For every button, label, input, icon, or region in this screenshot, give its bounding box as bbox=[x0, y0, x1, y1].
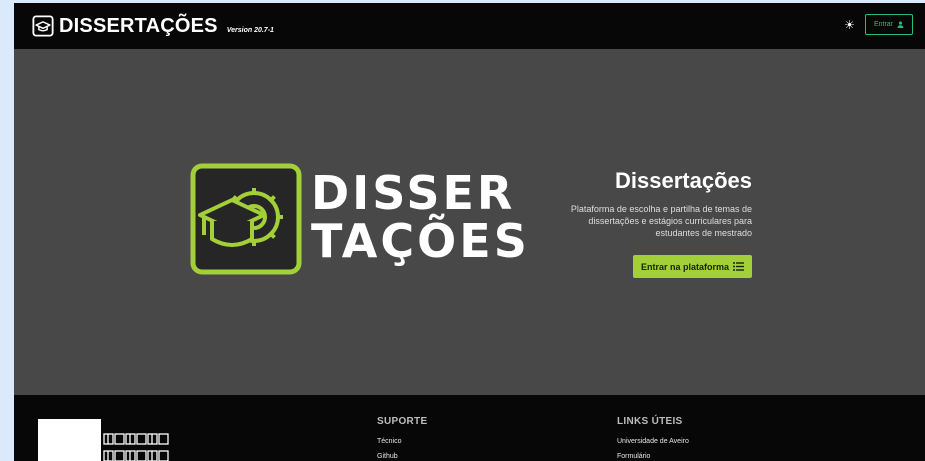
list-icon bbox=[733, 262, 744, 271]
brand[interactable]: DISSERTAÇÕES Version 20.7-1 bbox=[32, 15, 274, 38]
graduation-cap-icon bbox=[32, 15, 54, 37]
version-label: Version 20.7-1 bbox=[226, 27, 274, 34]
login-label: Entrar bbox=[873, 21, 893, 28]
user-icon bbox=[897, 21, 904, 28]
footer-link-form[interactable]: Formulário bbox=[617, 453, 689, 460]
enter-platform-button[interactable]: Entrar na plataforma bbox=[632, 255, 752, 278]
footer-support-column: SUPORTE Técnico Github bbox=[377, 416, 427, 461]
footer-useful-links-column: LINKS ÚTEIS Universidade de Aveiro Formu… bbox=[617, 416, 689, 461]
cta-label: Entrar na plataforma bbox=[640, 261, 729, 272]
footer-link-university[interactable]: Universidade de Aveiro bbox=[617, 438, 689, 445]
hero-logo-icon bbox=[190, 163, 302, 275]
login-button[interactable]: Entrar bbox=[864, 14, 913, 35]
top-navbar: DISSERTAÇÕES Version 20.7-1 ☀ Entrar bbox=[14, 3, 925, 49]
wordmark-line-2: TAÇÕES bbox=[311, 214, 530, 268]
footer-useful-links-heading: LINKS ÚTEIS bbox=[617, 416, 683, 427]
footer: SUPORTE Técnico Github LINKS ÚTEIS Unive… bbox=[14, 395, 925, 461]
wordmark-line-1: DISSER bbox=[311, 166, 516, 220]
footer-support-heading: SUPORTE bbox=[377, 416, 428, 427]
footer-link-tecnico[interactable]: Técnico bbox=[377, 438, 427, 445]
hero-wordmark: DISSER TAÇÕES bbox=[311, 169, 530, 265]
hero-title: Dissertações bbox=[615, 168, 752, 193]
brand-title: DISSERTAÇÕES bbox=[59, 14, 218, 37]
sun-icon[interactable]: ☀ bbox=[844, 19, 855, 31]
footer-link-github[interactable]: Github bbox=[377, 453, 427, 460]
page: DISSERTAÇÕES Version 20.7-1 ☀ Entrar DIS… bbox=[14, 3, 925, 461]
university-logo-icon bbox=[38, 419, 169, 461]
hero-info: Dissertações Plataforma de escolha e par… bbox=[542, 168, 752, 278]
hero-description: Plataforma de escolha e partilha de tema… bbox=[570, 204, 752, 238]
